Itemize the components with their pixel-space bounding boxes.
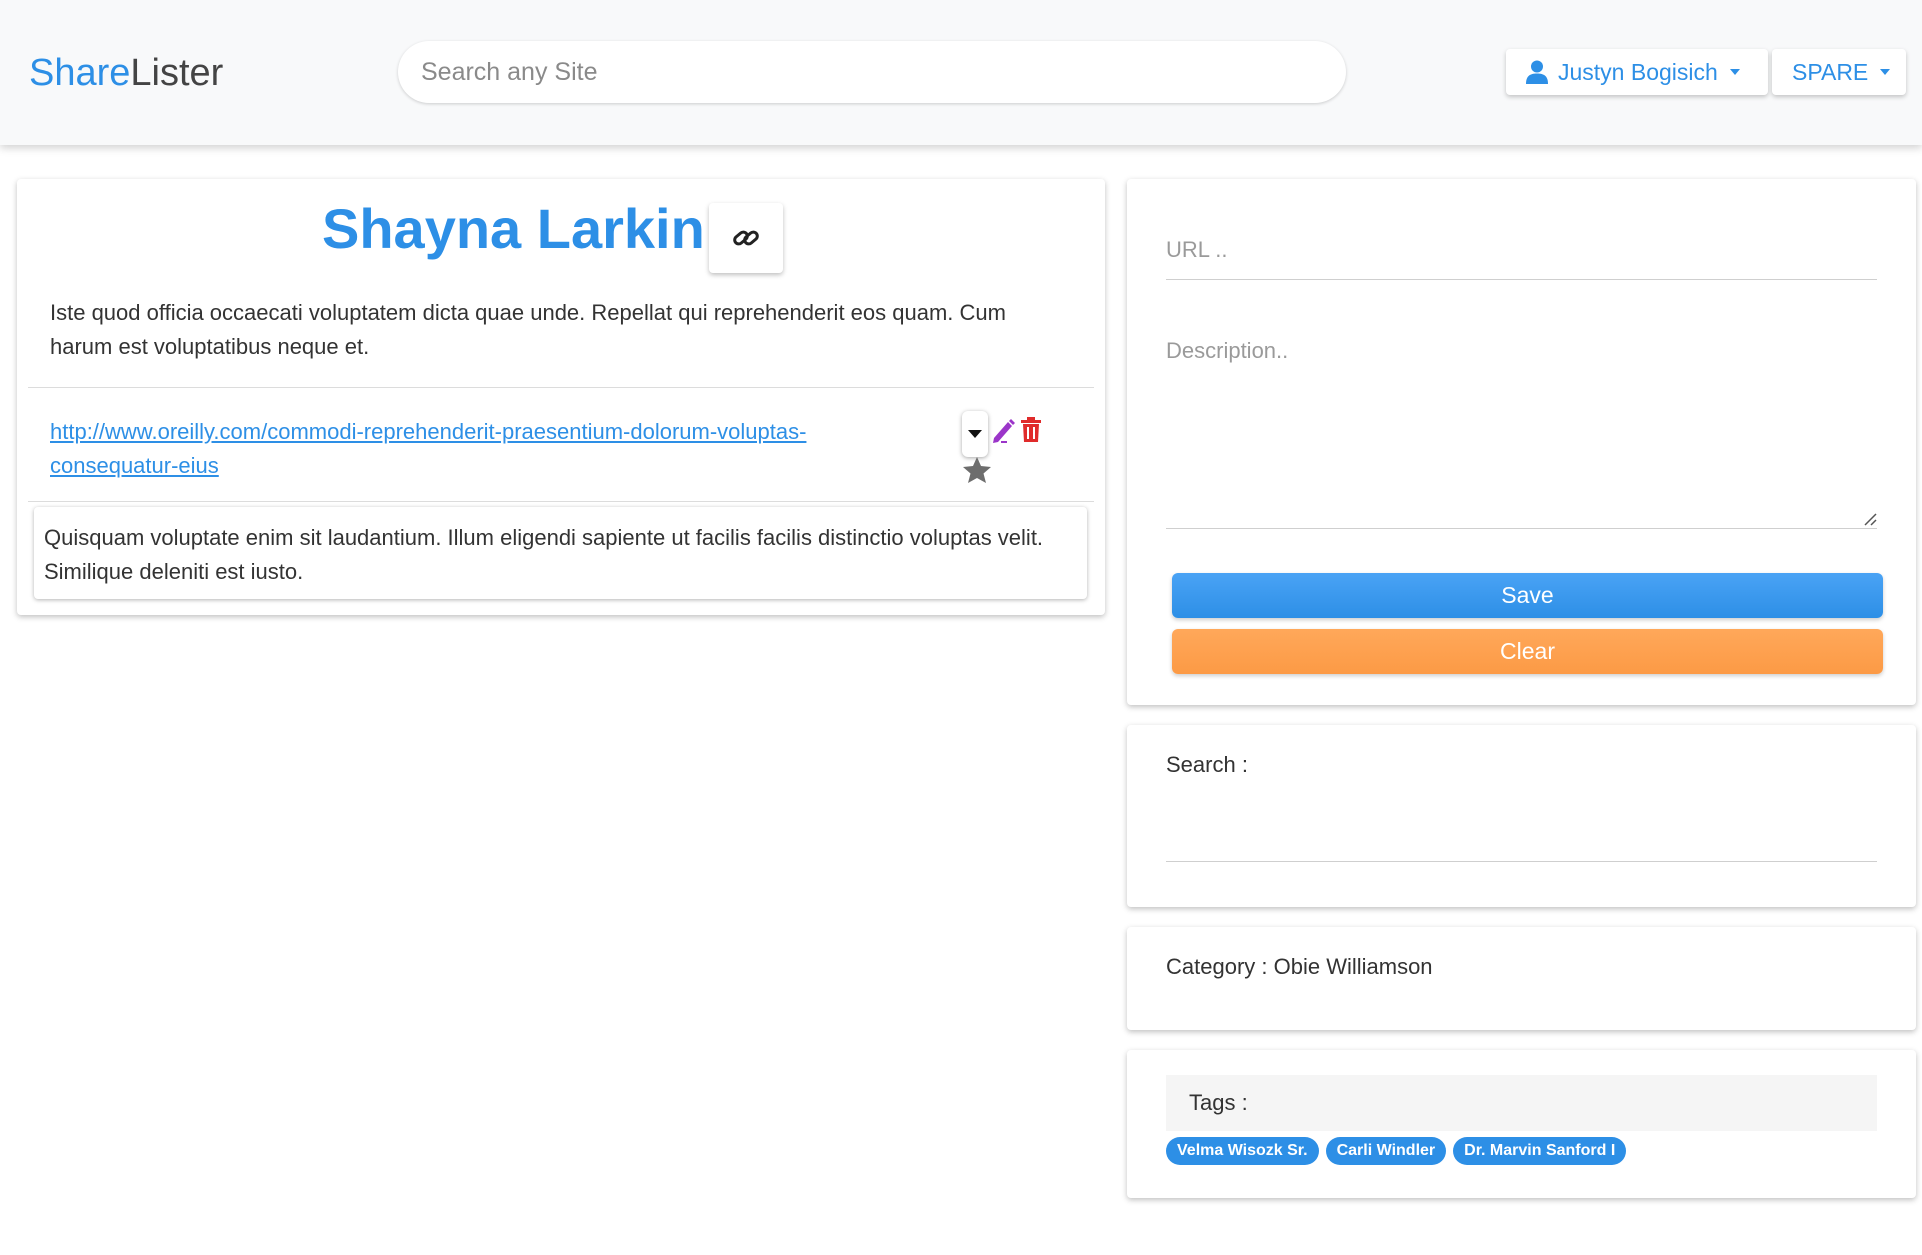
copy-link-button[interactable] bbox=[709, 203, 783, 273]
resize-handle-icon[interactable] bbox=[1862, 511, 1878, 527]
spare-menu-button[interactable]: SPARE bbox=[1772, 49, 1906, 95]
user-icon bbox=[1526, 60, 1548, 84]
entry-title: Shayna Larkin bbox=[322, 197, 705, 260]
tags-list: Velma Wisozk Sr. Carli Windler Dr. Marvi… bbox=[1166, 1137, 1627, 1165]
user-menu-button[interactable]: Justyn Bogisich bbox=[1506, 49, 1768, 95]
url-input-underline bbox=[1166, 279, 1877, 280]
entry-description: Iste quod officia occaecati voluptatem d… bbox=[50, 300, 1006, 359]
brand-logo[interactable]: ShareLister bbox=[29, 50, 223, 96]
chevron-down-icon bbox=[1880, 69, 1891, 75]
description-textarea[interactable] bbox=[1166, 338, 1877, 524]
star-icon[interactable] bbox=[962, 456, 992, 484]
caret-down-icon bbox=[968, 430, 982, 438]
search-field-input[interactable] bbox=[1166, 790, 1881, 862]
spare-menu-label: SPARE bbox=[1792, 58, 1869, 85]
tag-badge[interactable]: Carli Windler bbox=[1325, 1137, 1447, 1165]
entry-note: Quisquam voluptate enim sit laudantium. … bbox=[34, 507, 1087, 599]
search-label: Search : bbox=[1166, 752, 1248, 777]
divider bbox=[28, 501, 1094, 502]
divider bbox=[28, 387, 1094, 388]
top-navbar: ShareLister Justyn Bogisich SPARE bbox=[0, 0, 1922, 145]
link-icon bbox=[733, 230, 759, 246]
search-field-underline bbox=[1166, 861, 1877, 862]
brand-part-lister: Lister bbox=[130, 52, 224, 94]
entry-url-link[interactable]: http://www.oreilly.com/commodi-reprehend… bbox=[50, 415, 920, 483]
clear-button[interactable]: Clear bbox=[1172, 629, 1883, 674]
chevron-down-icon bbox=[1729, 69, 1740, 75]
tag-badge[interactable]: Velma Wisozk Sr. bbox=[1166, 1137, 1319, 1165]
tags-header: Tags : bbox=[1166, 1075, 1877, 1131]
pencil-icon[interactable] bbox=[992, 418, 1016, 444]
brand-part-share: Share bbox=[29, 52, 131, 94]
user-menu-label: Justyn Bogisich bbox=[1558, 58, 1718, 85]
description-underline bbox=[1166, 528, 1877, 529]
tag-badge[interactable]: Dr. Marvin Sanford I bbox=[1453, 1137, 1627, 1165]
save-button[interactable]: Save bbox=[1172, 573, 1883, 618]
entry-dropdown-button[interactable] bbox=[962, 411, 988, 457]
trash-icon[interactable] bbox=[1020, 417, 1042, 443]
site-search-input[interactable] bbox=[398, 41, 1346, 103]
url-input[interactable] bbox=[1166, 222, 1877, 278]
category-text: Category : Obie Williamson bbox=[1166, 954, 1433, 979]
